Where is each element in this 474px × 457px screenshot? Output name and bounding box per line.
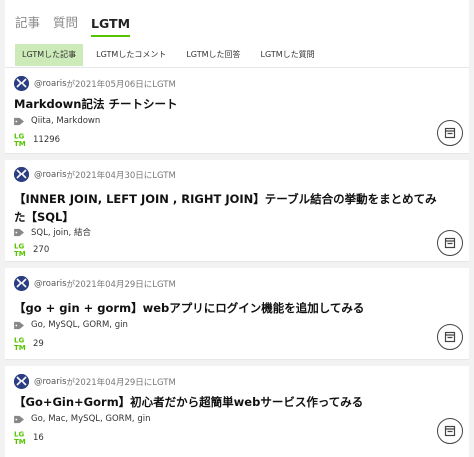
item-tag-list[interactable]: Qiita, Markdown	[31, 116, 100, 126]
lgtm-count: 16	[33, 432, 44, 443]
item-tag-list[interactable]: SQL, join, 結合	[31, 226, 91, 238]
item-date: が2021年04月29日にLGTM	[66, 279, 176, 290]
sub-tabs: LGTMした記事 LGTMしたコメント LGTMした回答 LGTMした質問	[5, 42, 469, 68]
item-user[interactable]: @roaris	[34, 279, 67, 289]
item-user[interactable]: @roaris	[34, 79, 67, 89]
svg-text:TM: TM	[14, 250, 26, 257]
stock-icon	[444, 425, 456, 437]
item-lgtm: LG TM 29	[14, 336, 44, 352]
item-meta: @roaris が2021年04月30日にLGTM	[14, 167, 176, 182]
list-item: @roaris が2021年04月29日にLGTM 【go + gin + gor…	[5, 268, 469, 360]
item-title[interactable]: 【INNER JOIN, LEFT JOIN , RIGHT JOIN】テーブル…	[14, 190, 444, 226]
subtab-lgtm-questions[interactable]: LGTMした質問	[254, 44, 322, 66]
stock-icon	[444, 237, 456, 249]
item-tags: SQL, join, 結合	[14, 226, 91, 238]
item-user[interactable]: @roaris	[34, 377, 67, 387]
subtab-lgtm-answers[interactable]: LGTMした回答	[179, 44, 247, 66]
item-meta: @roaris が2021年04月29日にLGTM	[14, 276, 176, 291]
lgtm-count: 11296	[33, 134, 61, 145]
item-meta: @roaris が2021年04月29日にLGTM	[14, 374, 176, 389]
avatar[interactable]	[14, 374, 29, 389]
item-title[interactable]: 【Go+Gin+Gorm】初心者だから超簡単webサービス作ってみる	[14, 393, 444, 411]
stock-button[interactable]	[437, 230, 463, 256]
item-user[interactable]: @roaris	[34, 170, 67, 180]
avatar[interactable]	[14, 76, 29, 91]
item-date: が2021年05月06日にLGTM	[66, 79, 176, 90]
item-tags: Qiita, Markdown	[14, 116, 100, 126]
list-item: @roaris が2021年04月30日にLGTM 【INNER JOIN, LE…	[5, 160, 469, 262]
item-tag-list[interactable]: Go, MySQL, GORM, gin	[31, 320, 128, 330]
lgtm-count: 29	[33, 338, 44, 349]
tag-icon	[14, 415, 24, 423]
tag-icon	[14, 321, 24, 329]
stock-icon	[444, 331, 456, 343]
item-date: が2021年04月29日にLGTM	[66, 377, 176, 388]
item-title[interactable]: Markdown記法 チートシート	[14, 95, 444, 113]
stock-button[interactable]	[437, 418, 463, 444]
subtab-lgtm-comments[interactable]: LGTMしたコメント	[89, 44, 173, 66]
item-lgtm: LG TM 270	[14, 242, 50, 258]
avatar[interactable]	[14, 167, 29, 182]
main-tabs: 記事 質問 LGTM	[5, 0, 469, 37]
list-item: @roaris が2021年04月29日にLGTM 【Go+Gin+Gorm】初心…	[5, 366, 469, 457]
subtab-lgtm-articles[interactable]: LGTMした記事	[15, 43, 84, 66]
lgtm-logo-icon: LGTM	[14, 243, 26, 258]
item-tag-list[interactable]: Go, Mac, MySQL, GORM, gin	[31, 414, 150, 424]
svg-text:TM: TM	[14, 140, 26, 147]
tab-questions[interactable]: 質問	[53, 12, 78, 37]
item-tags: Go, Mac, MySQL, GORM, gin	[14, 414, 150, 424]
item-lgtm: LG TM 16	[14, 430, 44, 446]
svg-text:TM: TM	[14, 438, 26, 445]
item-tags: Go, MySQL, GORM, gin	[14, 320, 128, 330]
lgtm-logo-icon: LGTM	[14, 337, 26, 352]
tag-icon	[14, 117, 24, 125]
tab-lgtm[interactable]: LGTM	[91, 16, 131, 37]
item-date: が2021年04月30日にLGTM	[66, 170, 176, 181]
lgtm-logo-icon: LGTM	[14, 133, 26, 148]
avatar[interactable]	[14, 276, 29, 291]
item-meta: @roaris が2021年05月06日にLGTM	[14, 76, 176, 91]
svg-text:TM: TM	[14, 344, 26, 351]
item-title[interactable]: 【go + gin + gorm】webアプリにログイン機能を追加してみる	[14, 299, 444, 317]
tab-articles[interactable]: 記事	[15, 12, 40, 37]
tag-icon	[14, 228, 24, 236]
list-item: @roaris が2021年05月06日にLGTM Markdown記法 チートシ…	[5, 68, 469, 154]
stock-button[interactable]	[437, 120, 463, 146]
lgtm-logo-icon: LGTM	[14, 431, 26, 446]
lgtm-count: 270	[33, 244, 50, 255]
item-lgtm: LG TM 11296	[14, 132, 61, 148]
stock-icon	[444, 127, 456, 139]
lgtm-panel: 記事 質問 LGTM LGTMした記事 LGTMしたコメント LGTMした回答 …	[5, 0, 469, 457]
stock-button[interactable]	[437, 324, 463, 350]
